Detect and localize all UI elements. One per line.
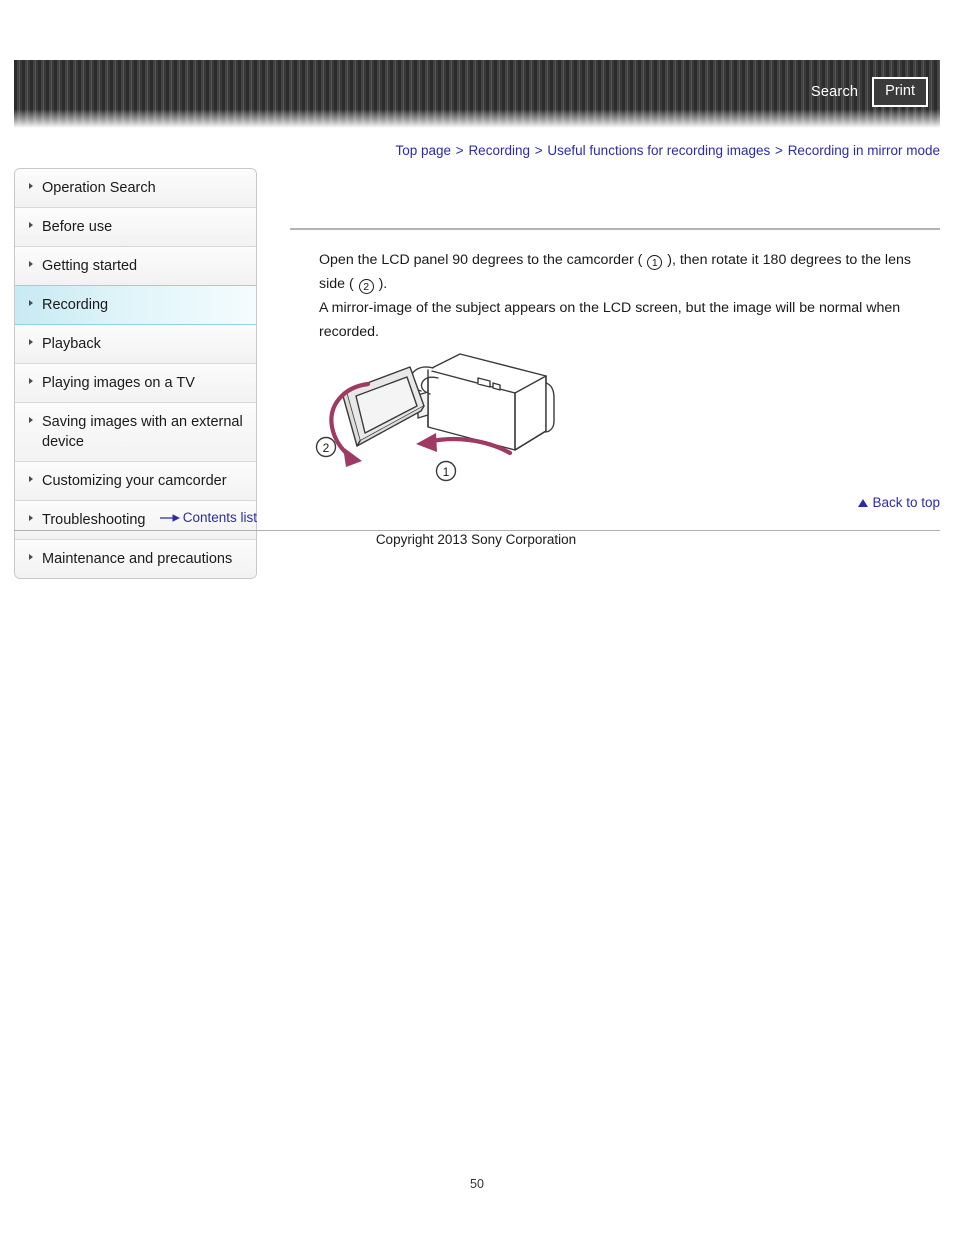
- sidebar-item-before-use[interactable]: Before use: [15, 208, 256, 247]
- content-top-divider: [290, 228, 940, 230]
- breadcrumb-item-recording[interactable]: Recording: [468, 143, 530, 158]
- sidebar-item-playback[interactable]: Playback: [15, 325, 256, 364]
- camcorder-illustration: 2 1: [310, 343, 570, 488]
- rotation-arrow-1-head: [416, 433, 437, 452]
- instruction-paragraph-1: Open the LCD panel 90 degrees to the cam…: [319, 248, 939, 296]
- callout-circle-2: 2: [315, 436, 337, 458]
- sidebar-item-maintenance-and-precautions[interactable]: Maintenance and precautions: [15, 540, 256, 578]
- breadcrumb-separator: >: [775, 143, 783, 158]
- site-header-banner: Search Print: [14, 60, 940, 128]
- sidebar-item-label: Maintenance and precautions: [42, 551, 233, 567]
- sidebar-item-recording[interactable]: Recording: [15, 285, 256, 325]
- triangle-up-icon: [858, 499, 869, 507]
- triangle-right-icon: [29, 554, 33, 560]
- sidebar-item-label: Recording: [42, 297, 109, 313]
- triangle-right-icon: [29, 417, 33, 423]
- svg-text:1: 1: [443, 465, 450, 479]
- triangle-right-icon: [29, 378, 33, 384]
- instruction-text-part-1: Open the LCD panel 90 degrees to the cam…: [319, 252, 647, 268]
- sidebar-item-customizing-your-camcorder[interactable]: Customizing your camcorder: [15, 462, 256, 501]
- page-number: 50: [470, 1177, 484, 1191]
- sidebar-item-getting-started[interactable]: Getting started: [15, 247, 256, 286]
- triangle-right-icon: [29, 300, 33, 306]
- print-button[interactable]: Print: [872, 77, 928, 107]
- sidebar-item-playing-images-on-a-tv[interactable]: Playing images on a TV: [15, 364, 256, 403]
- rotation-arrow-2-head: [343, 447, 362, 467]
- header-controls: Search Print: [811, 77, 928, 107]
- sidebar-item-saving-images-external-device[interactable]: Saving images with an external device: [15, 403, 256, 462]
- back-to-top-row: Back to top: [290, 494, 940, 512]
- breadcrumb-item-current-page[interactable]: Recording in mirror mode: [788, 143, 940, 158]
- sidebar-item-label: Before use: [42, 219, 113, 235]
- triangle-right-icon: [29, 339, 33, 345]
- contents-list-link[interactable]: Contents list: [183, 510, 257, 525]
- triangle-right-icon: [29, 222, 33, 228]
- instruction-text-part-3: ).: [374, 276, 388, 292]
- callout-circle-1: 1: [435, 460, 457, 482]
- back-to-top-link[interactable]: Back to top: [872, 495, 940, 510]
- breadcrumb: Top page > Recording > Useful functions …: [290, 142, 940, 160]
- sidebar-item-label: Getting started: [42, 258, 138, 274]
- breadcrumb-item-top-page[interactable]: Top page: [395, 143, 451, 158]
- instruction-paragraph-2: A mirror-image of the subject appears on…: [319, 300, 901, 340]
- triangle-right-icon: [29, 476, 33, 482]
- breadcrumb-separator: >: [534, 143, 543, 158]
- sidebar-item-operation-search[interactable]: Operation Search: [15, 169, 256, 208]
- sidebar-item-label: Operation Search: [42, 180, 156, 196]
- article-body: Open the LCD panel 90 degrees to the cam…: [319, 248, 939, 344]
- arrow-right-icon: [159, 510, 180, 528]
- breadcrumb-item-useful-functions[interactable]: Useful functions for recording images: [547, 143, 770, 158]
- search-button[interactable]: Search: [811, 84, 858, 100]
- contents-list-row: Contents list: [14, 509, 257, 528]
- camcorder-diagram-svg: 2 1: [315, 353, 555, 482]
- copyright-notice: Copyright 2013 Sony Corporation: [375, 532, 577, 547]
- sidebar-item-label: Playback: [42, 336, 101, 352]
- svg-text:2: 2: [323, 441, 330, 455]
- callout-marker-2: 2: [358, 279, 374, 294]
- sidebar-item-label: Saving images with an external device: [42, 414, 243, 450]
- triangle-right-icon: [29, 183, 33, 189]
- sidebar-item-label: Playing images on a TV: [42, 375, 195, 391]
- breadcrumb-separator: >: [455, 143, 464, 158]
- callout-marker-1: 1: [647, 255, 663, 270]
- triangle-right-icon: [29, 261, 33, 267]
- sidebar-item-label: Customizing your camcorder: [42, 473, 227, 489]
